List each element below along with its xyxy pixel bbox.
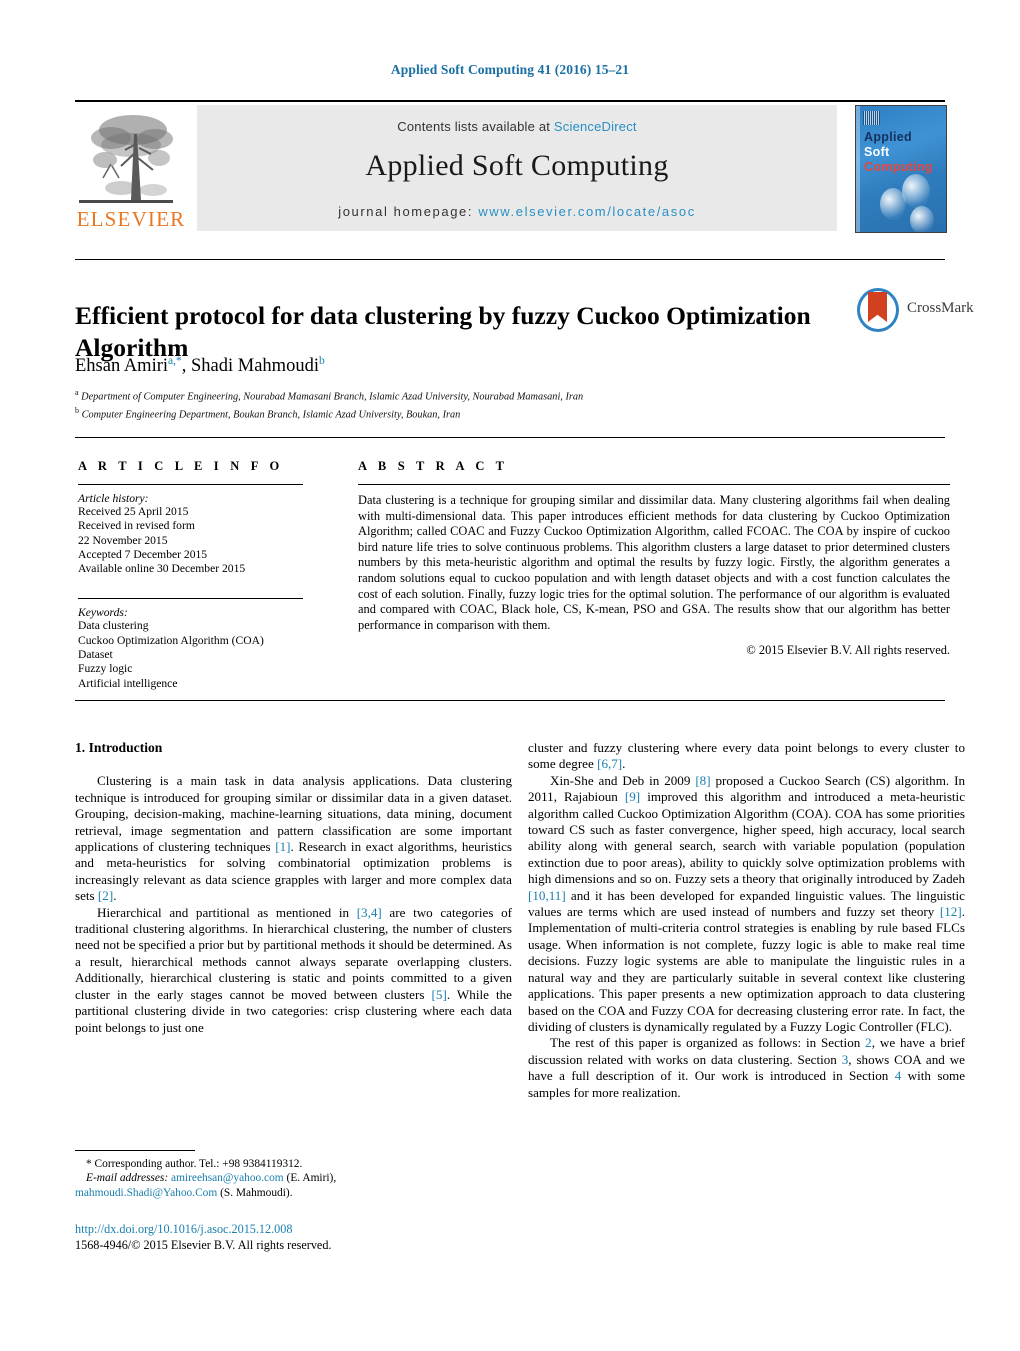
tree-ground-line <box>79 200 173 203</box>
article-info-heading: A R T I C L E I N F O <box>78 459 284 473</box>
author-list: Ehsan Amiria,*, Shadi Mahmoudib <box>75 355 325 377</box>
cover-blob <box>902 174 930 208</box>
article-info-rule <box>78 484 303 485</box>
history-item: 22 November 2015 <box>78 533 168 547</box>
elsevier-wordmark: ELSEVIER <box>76 207 186 231</box>
abstract-block: A B S T R A C T Data clustering is a tec… <box>358 459 950 658</box>
affiliation-b: b Computer Engineering Department, Bouka… <box>75 405 461 421</box>
journal-title: Applied Soft Computing <box>365 149 669 182</box>
body-column-left: 1. Introduction Clustering is a main tas… <box>75 740 512 1036</box>
paragraph: Clustering is a main task in data analys… <box>75 773 512 904</box>
keyword-item: Artificial intelligence <box>78 676 178 690</box>
doi-link[interactable]: http://dx.doi.org/10.1016/j.asoc.2015.12… <box>75 1222 512 1238</box>
cover-line-1: Applied <box>864 130 912 144</box>
journal-cover-thumbnail: Applied Soft Computing <box>855 105 947 233</box>
running-head: Applied Soft Computing 41 (2016) 15–21 <box>390 62 630 77</box>
info-divider-bottom <box>75 700 945 701</box>
doi-block: http://dx.doi.org/10.1016/j.asoc.2015.12… <box>75 1222 512 1253</box>
abstract-rule <box>358 484 950 485</box>
citation-ref[interactable]: [9] <box>625 789 640 804</box>
author-2-marker: b <box>318 355 325 367</box>
abstract-heading: A B S T R A C T <box>358 459 509 473</box>
journal-masthead: ELSEVIER Contents lists available at Sci… <box>75 100 947 234</box>
section-ref[interactable]: 4 <box>895 1068 902 1083</box>
affiliation-b-text: Computer Engineering Department, Boukan … <box>81 409 461 421</box>
cover-stripe <box>856 106 860 232</box>
paragraph: Xin-She and Deb in 2009 [8] proposed a C… <box>528 772 966 1034</box>
keywords-rule <box>78 598 303 600</box>
cover-blob <box>880 188 906 220</box>
contents-available-line: Contents lists available at ScienceDirec… <box>197 119 837 134</box>
contents-prefix: Contents lists available at <box>397 119 554 134</box>
history-item: Received 25 April 2015 <box>78 505 189 518</box>
abstract-text: Data clustering is a technique for group… <box>358 493 950 632</box>
elsevier-logo: ELSEVIER <box>75 108 187 232</box>
email-label: E-mail addresses: <box>86 1172 169 1185</box>
author-1-marker: a,* <box>168 355 182 367</box>
history-item: Available online 30 December 2015 <box>78 562 246 576</box>
keyword-item: Data clustering <box>78 619 149 633</box>
body-column-right: cluster and fuzzy clustering where every… <box>528 740 965 1101</box>
info-divider-top <box>75 437 945 438</box>
author-1-name: Ehsan Amiri <box>75 356 169 377</box>
citation-ref[interactable]: [12] <box>940 904 962 919</box>
section-ref[interactable]: 2 <box>865 1035 872 1050</box>
footnote-block: * Corresponding author. Tel.: +98 938411… <box>75 1157 512 1200</box>
journal-homepage-line: journal homepage: www.elsevier.com/locat… <box>197 204 837 219</box>
author-separator: , Shadi Mahmoudi <box>181 356 319 377</box>
paper-page: Applied Soft Computing 41 (2016) 15–21 E… <box>0 0 1020 1351</box>
corresponding-author-note: * Corresponding author. Tel.: +98 938411… <box>86 1158 303 1170</box>
paragraph: Hierarchical and partitional as mentione… <box>75 904 512 1035</box>
section-heading-introduction: 1. Introduction <box>75 740 163 755</box>
history-item: Accepted 7 December 2015 <box>78 547 208 561</box>
sciencedirect-band: Contents lists available at ScienceDirec… <box>197 105 837 231</box>
email-link-2[interactable]: mahmoudi.Shadi@Yahoo.Com <box>75 1187 217 1199</box>
affiliation-a-text: Department of Computer Engineering, Nour… <box>81 391 584 403</box>
citation-ref[interactable]: [1] <box>275 839 290 854</box>
citation-ref[interactable]: [2] <box>98 888 113 903</box>
cover-line-2: Soft <box>864 145 890 159</box>
citation-ref[interactable]: [6,7] <box>597 756 622 771</box>
crossmark-logo[interactable]: CrossMark <box>857 288 974 332</box>
article-info-block: A R T I C L E I N F O Article history: R… <box>78 459 303 691</box>
email-owner-2: (S. Mahmoudi). <box>217 1186 293 1199</box>
citation-ref[interactable]: [3,4] <box>357 905 382 920</box>
affiliation-a: a Department of Computer Engineering, No… <box>75 388 584 403</box>
citation-ref[interactable]: [5] <box>432 987 447 1002</box>
keyword-item: Cuckoo Optimization Algorithm (COA) <box>78 633 264 647</box>
cover-line-3: Computing <box>864 160 933 174</box>
paragraph: The rest of this paper is organized as f… <box>528 1035 965 1100</box>
elsevier-tree-icon <box>91 115 173 200</box>
journal-homepage-link[interactable]: www.elsevier.com/locate/asoc <box>478 204 695 219</box>
crossmark-label: CrossMark <box>907 300 974 316</box>
abstract-copyright: © 2015 Elsevier B.V. All rights reserved… <box>746 643 950 658</box>
cover-blob <box>910 206 934 232</box>
email-note-2: mahmoudi.Shadi@Yahoo.Com (S. Mahmoudi). <box>75 1186 512 1200</box>
paragraph: cluster and fuzzy clustering where every… <box>528 740 965 772</box>
email-note: E-mail addresses: amireehsan@yahoo.com (… <box>75 1171 512 1185</box>
section-ref[interactable]: 3 <box>842 1052 849 1067</box>
article-history-label: Article history: <box>78 492 149 505</box>
email-owner-1: (E. Amiri), <box>283 1172 337 1185</box>
homepage-prefix: journal homepage: <box>338 204 479 219</box>
citation-ref[interactable]: [8] <box>695 773 710 788</box>
title-divider <box>75 259 945 260</box>
citation-ref[interactable]: [10,11] <box>528 888 566 903</box>
history-item: Received in revised form <box>78 519 195 533</box>
cover-barcode-icon <box>863 111 880 125</box>
keywords-label: Keywords: <box>78 606 128 620</box>
sciencedirect-link[interactable]: ScienceDirect <box>554 119 637 134</box>
keyword-item: Fuzzy logic <box>78 662 133 676</box>
affiliations: a Department of Computer Engineering, No… <box>75 386 875 422</box>
footnote-divider <box>75 1150 195 1151</box>
keyword-item: Dataset <box>78 648 113 662</box>
issn-copyright-line: 1568-4946/© 2015 Elsevier B.V. All right… <box>75 1237 332 1252</box>
email-link-1[interactable]: amireehsan@yahoo.com <box>171 1172 284 1184</box>
